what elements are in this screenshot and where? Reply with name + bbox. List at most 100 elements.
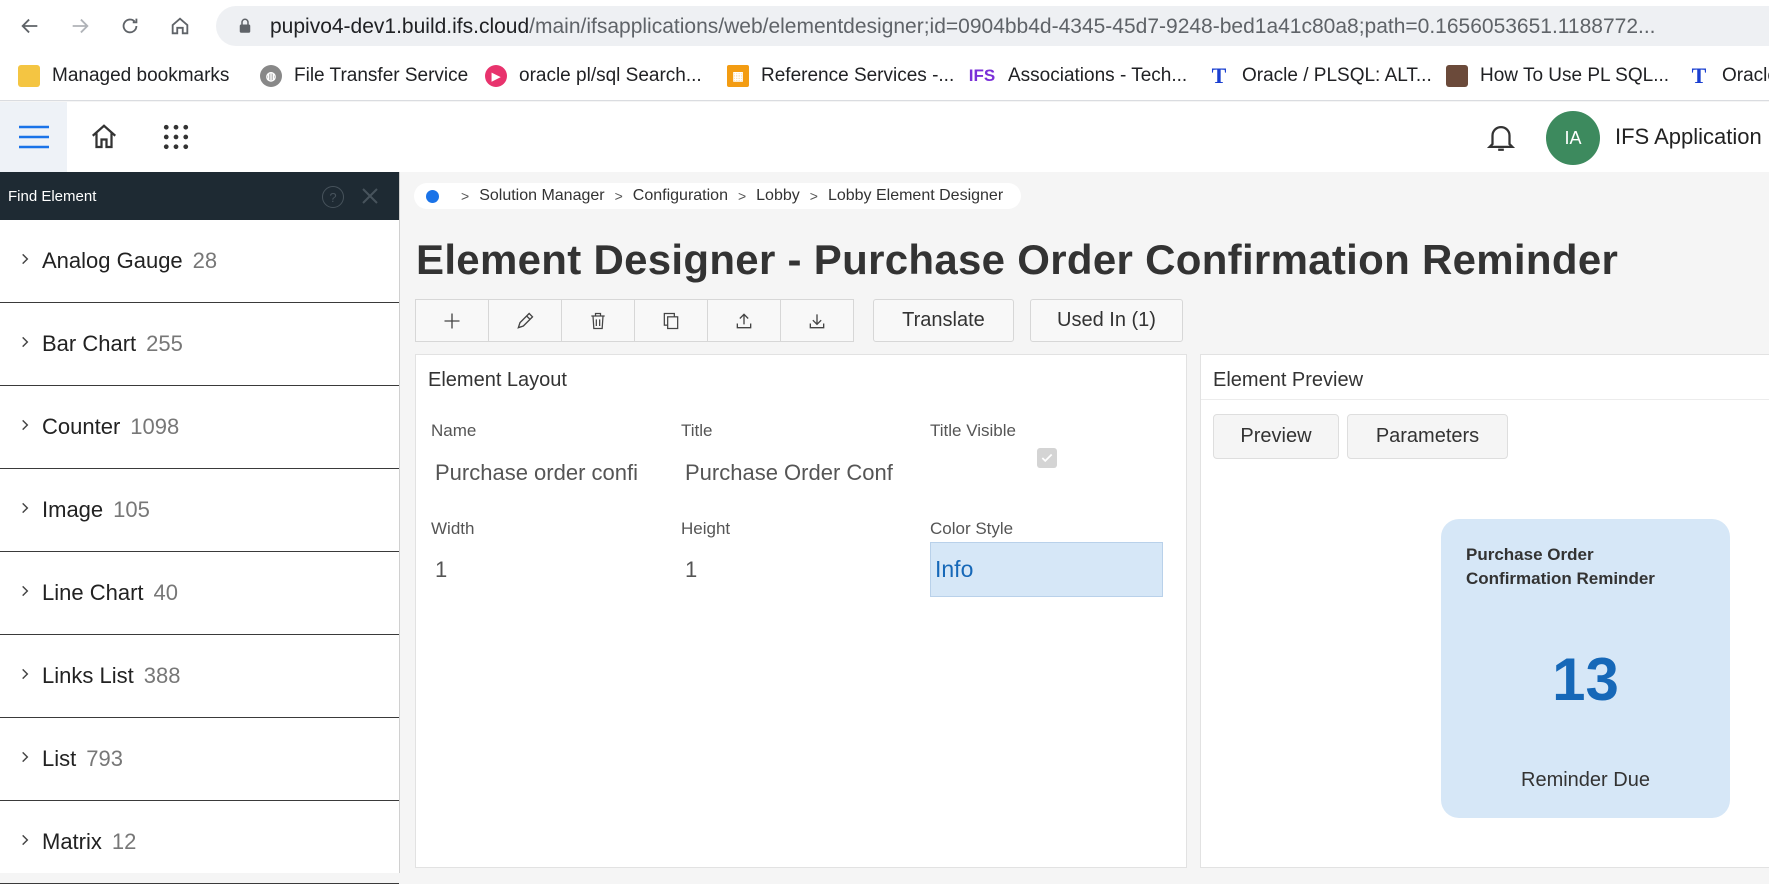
bookmark-item[interactable]: T Oracle / PLSQL: ALT... xyxy=(1208,61,1432,91)
copy-icon xyxy=(663,312,679,329)
chevron-right-icon[interactable] xyxy=(18,667,32,681)
bell-icon[interactable] xyxy=(1484,120,1518,154)
tree-item-count: 28 xyxy=(192,248,218,273)
element-type-list: Analog Gauge 28 Bar Chart 255 Counter 1098 Ima… xyxy=(0,220,399,884)
tree-item-count: 793 xyxy=(86,746,123,771)
tree-item[interactable]: Matrix 12 xyxy=(0,801,399,884)
new-button[interactable] xyxy=(415,299,489,342)
hamburger-icon xyxy=(18,125,49,149)
breadcrumb-item[interactable]: Lobby Element Designer xyxy=(828,187,1003,205)
tree-item[interactable]: Counter 1098 xyxy=(0,386,399,469)
export-button[interactable] xyxy=(707,299,781,342)
tree-item-label: Image xyxy=(42,497,104,522)
find-element-panel: Find Element ? Analog Gauge 28 Bar Chart 25… xyxy=(0,172,400,884)
card-title: Element Preview xyxy=(1213,369,1364,391)
tree-item-label: Analog Gauge xyxy=(42,248,183,273)
home-button[interactable] xyxy=(86,119,122,155)
divider xyxy=(1201,399,1769,400)
tree-item[interactable]: Image 105 xyxy=(0,469,399,552)
bookmark-item[interactable]: ▦ Reference Services -... xyxy=(727,61,954,91)
folder-icon xyxy=(18,65,40,87)
title-visible-checkbox[interactable] xyxy=(1037,448,1057,468)
tile-title: Purchase Order Confirmation Reminder xyxy=(1466,545,1655,588)
avatar[interactable]: IA xyxy=(1546,111,1600,165)
tree-item[interactable]: Line Chart 40 xyxy=(0,552,399,635)
url-text: pupivo4-dev1.build.ifs.cloud/main/ifsapp… xyxy=(270,15,1656,38)
chevron-right-icon[interactable] xyxy=(18,750,32,764)
breadcrumb-home-icon[interactable] xyxy=(426,189,439,203)
color-style-field[interactable]: Info xyxy=(930,542,1163,597)
used-in-button[interactable]: Used In (1) xyxy=(1030,299,1183,342)
tree-item-count: 255 xyxy=(146,331,183,356)
reload-icon xyxy=(122,18,138,34)
pencil-icon xyxy=(517,312,534,329)
bookmark-item[interactable]: ▶ oracle pl/sql Search... xyxy=(485,61,702,91)
apps-button[interactable] xyxy=(158,119,194,155)
delete-button[interactable] xyxy=(561,299,635,342)
chevron-right-icon[interactable] xyxy=(18,584,32,598)
chevron-right-icon: > xyxy=(809,188,818,204)
menu-button[interactable] xyxy=(0,102,67,172)
close-icon[interactable] xyxy=(358,184,382,208)
trash-icon xyxy=(591,312,605,329)
color-style-label: Color Style xyxy=(930,519,1014,538)
lock-icon xyxy=(239,18,251,33)
tree-item[interactable]: List 793 xyxy=(0,718,399,801)
chevron-right-icon[interactable] xyxy=(18,833,32,847)
forward-button[interactable] xyxy=(62,8,98,44)
breadcrumb-item[interactable]: Lobby xyxy=(756,187,800,205)
reload-button[interactable] xyxy=(112,8,148,44)
bookmark-item[interactable]: How To Use PL SQL... xyxy=(1446,61,1669,91)
chevron-right-icon[interactable] xyxy=(18,335,32,349)
tree-item-label: Counter xyxy=(42,414,121,439)
tree-item-count: 1098 xyxy=(130,414,180,439)
edit-button[interactable] xyxy=(488,299,562,342)
t-icon: T xyxy=(1691,63,1707,88)
bookmark-item[interactable]: IFS Associations - Tech... xyxy=(968,61,1187,91)
translate-button[interactable]: Translate xyxy=(873,299,1014,342)
element-layout-card: Element Layout xyxy=(415,354,1187,868)
duplicate-button[interactable] xyxy=(634,299,708,342)
help-icon[interactable]: ? xyxy=(322,186,344,208)
grid-icon: ▦ xyxy=(727,65,749,87)
chevron-right-icon: > xyxy=(461,188,470,204)
tree-item-count: 12 xyxy=(111,829,137,854)
user-name[interactable]: IFS Application xyxy=(1615,124,1762,150)
chevron-right-icon[interactable] xyxy=(18,418,32,432)
name-field[interactable]: Purchase order confi xyxy=(435,460,655,486)
arrow-right-icon xyxy=(72,18,89,34)
tree-item-count: 388 xyxy=(143,663,181,688)
download-icon xyxy=(809,313,825,328)
tile-value: 13 xyxy=(1552,646,1619,713)
plus-icon xyxy=(444,313,460,328)
bookmark-item[interactable]: ◍ File Transfer Service xyxy=(260,61,468,91)
tree-item-label: Matrix xyxy=(42,829,102,854)
card-title: Element Layout xyxy=(428,369,567,391)
box-icon xyxy=(1446,65,1468,87)
bookmark-item[interactable]: TOracle xyxy=(1688,61,1769,91)
tab-parameters[interactable]: Parameters xyxy=(1347,414,1508,459)
panel-header: Find Element ? xyxy=(0,172,399,220)
upload-icon xyxy=(736,312,752,328)
height-label: Height xyxy=(681,519,731,538)
panel-title: Find Element xyxy=(8,187,97,205)
tab-preview[interactable]: Preview xyxy=(1213,414,1339,459)
width-field[interactable]: 1 xyxy=(435,557,615,583)
breadcrumb-item[interactable]: Configuration xyxy=(633,187,728,205)
bookmark-item[interactable]: Managed bookmarks xyxy=(18,61,229,91)
breadcrumb-item[interactable]: Solution Manager xyxy=(479,187,604,205)
tree-item-count: 105 xyxy=(113,497,150,522)
tree-item[interactable]: Links List 388 xyxy=(0,635,399,718)
tree-item[interactable]: Bar Chart 255 xyxy=(0,303,399,386)
height-field[interactable]: 1 xyxy=(685,557,865,583)
address-bar[interactable]: pupivo4-dev1.build.ifs.cloud/main/ifsapp… xyxy=(216,6,1769,46)
chevron-right-icon[interactable] xyxy=(18,501,32,515)
back-button[interactable] xyxy=(12,8,48,44)
import-button[interactable] xyxy=(780,299,854,342)
home-nav-button[interactable] xyxy=(162,8,198,44)
title-field[interactable]: Purchase Order Conf xyxy=(685,460,905,486)
chevron-right-icon[interactable] xyxy=(18,252,32,266)
tree-item-label: Links List xyxy=(42,663,134,688)
name-label: Name xyxy=(431,421,477,440)
tree-item[interactable]: Analog Gauge 28 xyxy=(0,220,399,303)
